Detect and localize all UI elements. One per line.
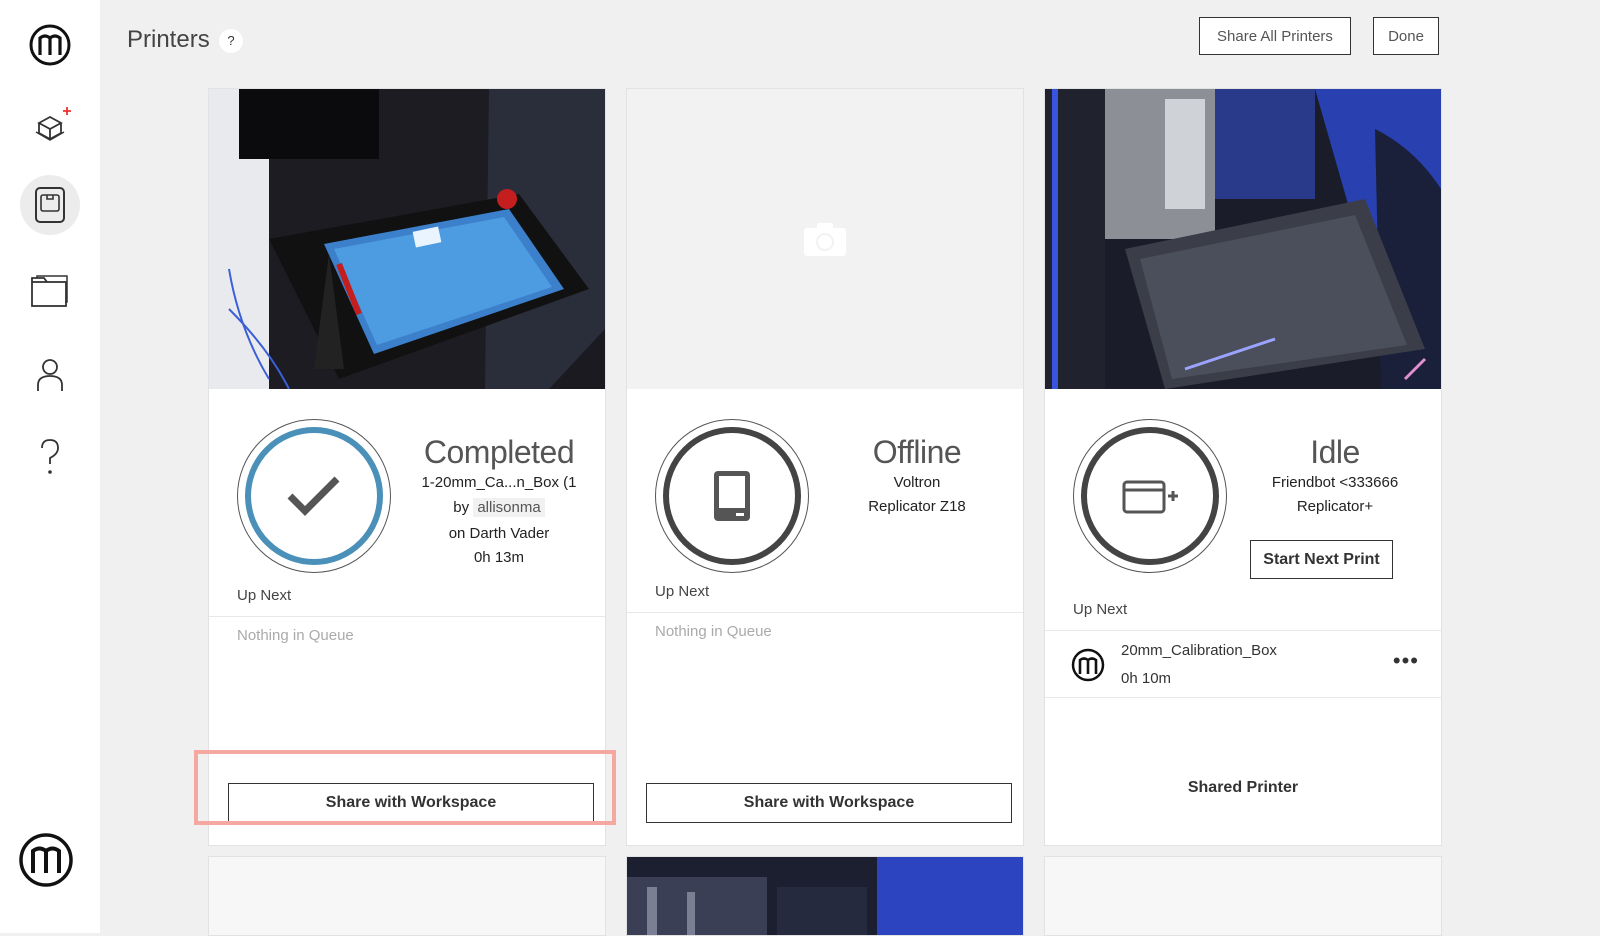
share-with-workspace-button[interactable]: Share with Workspace <box>228 783 594 823</box>
printer-icon <box>714 471 750 521</box>
up-next-label: Up Next <box>655 583 710 600</box>
camera-icon <box>804 223 846 256</box>
share-with-workspace-button[interactable]: Share with Workspace <box>646 783 1012 823</box>
add-print-icon <box>1122 480 1178 514</box>
prepare-icon[interactable] <box>20 94 80 154</box>
start-next-print-button[interactable]: Start Next Print <box>1250 540 1393 579</box>
printer-card-3[interactable]: Idle Friendbot <333666 Replicator+ Start… <box>1044 88 1442 846</box>
divider <box>627 612 1023 613</box>
shared-printer-label: Shared Printer <box>1187 779 1299 796</box>
status-title: Completed <box>423 434 575 470</box>
printer-card-1[interactable]: Completed 1-20mm_Ca...n_Box (1 by alliso… <box>208 88 606 846</box>
job-author: by allisonma <box>399 498 599 517</box>
help-badge[interactable]: ? <box>219 29 243 53</box>
queue-item-name: 20mm_Calibration_Box <box>1121 642 1277 659</box>
makerbot-logo-icon <box>1071 648 1105 682</box>
status-title: Idle <box>1310 434 1360 470</box>
printer-name: on Darth Vader <box>448 525 550 542</box>
queue-empty-label: Nothing in Queue <box>237 627 354 644</box>
printer-card-4[interactable] <box>208 856 606 936</box>
makerbot-account-icon[interactable] <box>16 830 76 890</box>
account-icon[interactable] <box>20 345 80 405</box>
share-all-printers-button[interactable]: Share All Printers <box>1199 17 1351 55</box>
checkmark-icon <box>287 476 340 516</box>
up-next-label: Up Next <box>1073 601 1128 618</box>
status-title: Offline <box>872 434 962 470</box>
done-button[interactable]: Done <box>1373 17 1439 55</box>
printer-card-5[interactable] <box>626 856 1024 936</box>
printers-icon[interactable] <box>20 175 80 235</box>
by-label: by <box>453 499 470 516</box>
makerbot-logo-icon[interactable] <box>20 15 80 75</box>
status-ring-idle <box>1073 419 1227 573</box>
page-title: Printers <box>127 26 210 53</box>
sidebar <box>0 0 100 933</box>
camera-feed-printer-3 <box>1045 89 1441 389</box>
status-ring-offline <box>655 419 809 573</box>
camera-placeholder <box>627 89 1023 389</box>
queue-item[interactable]: 20mm_Calibration_Box 0h 10m ••• <box>1045 634 1441 697</box>
camera-feed-printer-5 <box>627 857 1023 935</box>
printer-card-6[interactable] <box>1044 856 1442 936</box>
divider <box>1045 697 1441 698</box>
divider <box>209 616 605 617</box>
help-icon[interactable] <box>20 428 80 488</box>
job-name: 1-20mm_Ca...n_Box (1 <box>421 474 577 491</box>
printer-name: Voltron <box>893 474 941 491</box>
up-next-label: Up Next <box>237 587 292 604</box>
printer-model: Replicator Z18 <box>868 498 966 515</box>
library-icon[interactable] <box>20 260 80 320</box>
job-duration: 0h 13m <box>473 549 525 566</box>
divider <box>1045 630 1441 631</box>
printer-card-2[interactable]: Offline Voltron Replicator Z18 Up Next N… <box>626 88 1024 846</box>
camera-feed-printer-1 <box>209 89 605 389</box>
printer-model: Replicator+ <box>1296 498 1374 515</box>
status-ring-completed <box>237 419 391 573</box>
queue-item-time: 0h 10m <box>1121 670 1172 687</box>
queue-empty-label: Nothing in Queue <box>655 623 772 640</box>
printer-name: Friendbot <333666 <box>1271 474 1399 491</box>
author-tag: allisonma <box>473 498 545 517</box>
more-options-icon[interactable]: ••• <box>1393 650 1419 672</box>
